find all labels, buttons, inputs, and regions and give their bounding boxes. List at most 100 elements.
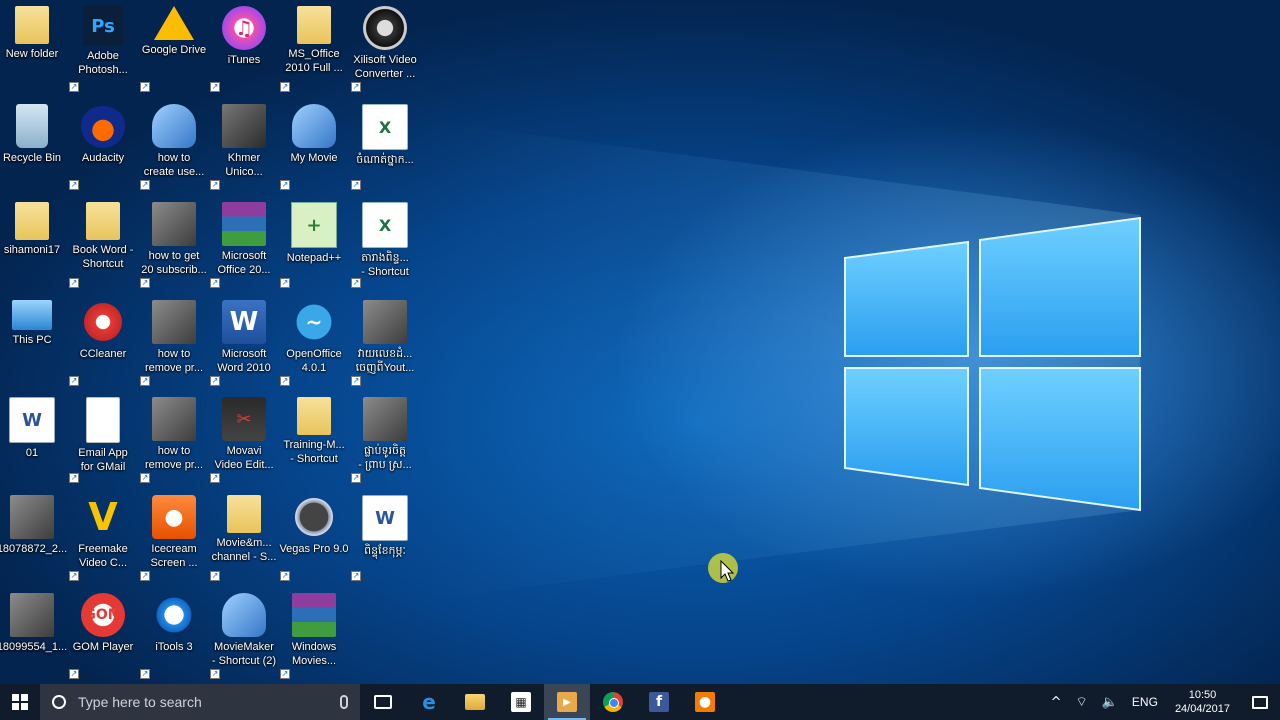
desktop-icon[interactable]: GOM ↗ GOM Player bbox=[67, 587, 139, 679]
blank-file-icon bbox=[86, 397, 120, 443]
desktop-icon[interactable]: ↗ Audacity bbox=[67, 98, 139, 190]
desktop-icon-label: ពិន្ទុខែកុម្ភៈ bbox=[364, 545, 406, 557]
mouse-pointer-icon bbox=[720, 560, 735, 582]
desktop-icon[interactable]: Ps ↗ Adobe Photosh... bbox=[67, 0, 139, 92]
desktop-icon[interactable]: ↗ ផ្លាប់ទូរចិត្ត - ព្រាប ស្រ... bbox=[349, 391, 421, 483]
desktop-icon[interactable]: ↗ how to get 20 subscrib... bbox=[138, 196, 210, 288]
desktop-icon[interactable]: ↗ MovieMaker - Shortcut (2) bbox=[208, 587, 280, 679]
task-view-button[interactable] bbox=[360, 684, 406, 720]
icecream-icon: ● bbox=[152, 495, 196, 539]
desktop-icon[interactable]: ↗ Microsoft Office 20... bbox=[208, 196, 280, 288]
media-player-button[interactable]: ▶ bbox=[544, 684, 590, 720]
desktop-icon[interactable]: W ↗ ពិន្ទុខែកុម្ភៈ bbox=[349, 489, 421, 581]
shortcut-arrow-icon: ↗ bbox=[140, 669, 150, 679]
desktop-icon[interactable]: This PC bbox=[0, 294, 68, 386]
desktop-icon-label: Freemake Video C... bbox=[78, 543, 128, 569]
desktop-icon[interactable]: ↗ CCleaner bbox=[67, 294, 139, 386]
google-drive-icon bbox=[154, 6, 194, 40]
shortcut-arrow-icon: ↗ bbox=[140, 571, 150, 581]
desktop-icon[interactable]: ♫ ↗ iTunes bbox=[208, 0, 280, 92]
desktop[interactable]: New folder Ps ↗ Adobe Photosh... ↗ Google Dri… bbox=[0, 0, 1280, 684]
icecream-recorder-button[interactable]: ● bbox=[682, 684, 728, 720]
desktop-icon[interactable]: ↗ Google Drive bbox=[138, 0, 210, 92]
notification-icon bbox=[1252, 695, 1268, 709]
input-language[interactable]: ENG bbox=[1125, 684, 1165, 720]
shortcut-arrow-icon: ↗ bbox=[69, 82, 79, 92]
desktop-icon[interactable]: W 01 bbox=[0, 391, 68, 483]
action-center-button[interactable] bbox=[1240, 684, 1280, 720]
chrome-button[interactable] bbox=[590, 684, 636, 720]
desktop-icon-label: Microsoft Office 20... bbox=[217, 250, 271, 276]
desktop-icon[interactable]: ↗ Vegas Pro 9.0 bbox=[278, 489, 350, 581]
desktop-icon-label: how to get 20 subscrib... bbox=[141, 250, 207, 276]
desktop-icon[interactable]: ↗ how to remove pr... bbox=[138, 294, 210, 386]
desktop-icon[interactable]: ↗ Movie&m... channel - S... bbox=[208, 489, 280, 581]
shortcut-arrow-icon: ↗ bbox=[210, 82, 220, 92]
desktop-icon[interactable]: ↗ Windows Movies... bbox=[278, 587, 350, 679]
desktop-icon[interactable]: + ↗ Notepad++ bbox=[278, 196, 350, 288]
desktop-icon[interactable]: New folder bbox=[0, 0, 68, 92]
facebook-button[interactable]: f bbox=[636, 684, 682, 720]
desktop-icon[interactable]: W ↗ Microsoft Word 2010 bbox=[208, 294, 280, 386]
volume-icon[interactable]: 🔈 bbox=[1095, 684, 1125, 720]
desktop-icon-label: My Movie bbox=[290, 152, 338, 164]
show-hidden-icons-chevron-icon[interactable]: ^ bbox=[1044, 684, 1069, 720]
task-view-icon bbox=[374, 695, 392, 709]
start-button[interactable] bbox=[0, 684, 40, 720]
desktop-icon[interactable]: ~ ↗ OpenOffice 4.0.1 bbox=[278, 294, 350, 386]
shortcut-arrow-icon: ↗ bbox=[280, 278, 290, 288]
microphone-icon[interactable] bbox=[340, 695, 348, 709]
file-explorer-button[interactable] bbox=[452, 684, 498, 720]
desktop-icon-label: MovieMaker - Shortcut (2) bbox=[211, 641, 277, 667]
desktop-icon[interactable]: ✂ ↗ Movavi Video Edit... bbox=[208, 391, 280, 483]
desktop-icon-label: Book Word - Shortcut bbox=[72, 244, 134, 270]
desktop-icon[interactable]: ↗ Khmer Unico... bbox=[208, 98, 280, 190]
photoshop-icon: Ps bbox=[83, 6, 123, 46]
media-player-icon: ▶ bbox=[557, 692, 577, 712]
shortcut-arrow-icon: ↗ bbox=[210, 571, 220, 581]
desktop-icon-label: Microsoft Word 2010 bbox=[217, 348, 271, 374]
desktop-icon[interactable]: sihamoni17 bbox=[0, 196, 68, 288]
desktop-icon-label: Adobe Photosh... bbox=[78, 50, 128, 76]
ccleaner-icon bbox=[81, 300, 125, 344]
windows-logo-icon bbox=[12, 694, 28, 710]
desktop-icon[interactable]: ↗ how to create use... bbox=[138, 98, 210, 190]
taskbar-search[interactable] bbox=[40, 684, 360, 720]
desktop-icon[interactable]: Recycle Bin bbox=[0, 98, 68, 190]
itools-icon bbox=[152, 593, 196, 637]
clock[interactable]: 10:50 24/04/2017 bbox=[1165, 688, 1240, 716]
desktop-icon[interactable]: ↗ Xilisoft Video Converter ... bbox=[349, 0, 421, 92]
shortcut-arrow-icon: ↗ bbox=[140, 473, 150, 483]
edge-button[interactable]: e bbox=[406, 684, 452, 720]
desktop-icon[interactable]: X ↗ ចំណាត់ថ្នាក... bbox=[349, 98, 421, 190]
shortcut-arrow-icon: ↗ bbox=[351, 180, 361, 190]
desktop-icon-label: Email App for GMail bbox=[78, 447, 128, 473]
network-icon[interactable]: ⌔ bbox=[1069, 684, 1095, 720]
desktop-icon-label: Recycle Bin bbox=[2, 152, 62, 164]
desktop-icon[interactable]: V ↗ Freemake Video C... bbox=[67, 489, 139, 581]
desktop-icon-label: how to create use... bbox=[143, 152, 205, 178]
folder-icon bbox=[15, 202, 49, 240]
desktop-icon[interactable]: 18099554_1... bbox=[0, 587, 68, 679]
desktop-icon[interactable]: Training-M... - Shortcut bbox=[278, 391, 350, 483]
desktop-icon-label: Windows Movies... bbox=[291, 641, 337, 667]
search-input[interactable] bbox=[76, 693, 320, 711]
cortana-icon bbox=[52, 695, 66, 709]
desktop-icon[interactable]: ↗ how to remove pr... bbox=[138, 391, 210, 483]
desktop-icon-label: Movie&m... channel - S... bbox=[211, 537, 277, 563]
shortcut-arrow-icon: ↗ bbox=[69, 180, 79, 190]
desktop-icon[interactable]: ● ↗ Icecream Screen ... bbox=[138, 489, 210, 581]
shortcut-arrow-icon: ↗ bbox=[280, 571, 290, 581]
desktop-icon[interactable]: ↗ MS_Office 2010 Full ... bbox=[278, 0, 350, 92]
store-button[interactable]: ▦ bbox=[498, 684, 544, 720]
desktop-icon[interactable]: ↗ iTools 3 bbox=[138, 587, 210, 679]
shortcut-arrow-icon: ↗ bbox=[140, 376, 150, 386]
desktop-icon[interactable]: X ↗ តារាងពិន្ទ... - Shortcut bbox=[349, 196, 421, 288]
shortcut-arrow-icon: ↗ bbox=[69, 669, 79, 679]
desktop-icon[interactable]: ↗ My Movie bbox=[278, 98, 350, 190]
desktop-icon-label: iTools 3 bbox=[155, 641, 193, 653]
desktop-icon[interactable]: ↗ វាយលេខដំ... ចេញពីYout... bbox=[349, 294, 421, 386]
desktop-icon[interactable]: ↗ Book Word - Shortcut bbox=[67, 196, 139, 288]
desktop-icon[interactable]: ↗ Email App for GMail bbox=[67, 391, 139, 483]
desktop-icon[interactable]: 18078872_2... bbox=[0, 489, 68, 581]
